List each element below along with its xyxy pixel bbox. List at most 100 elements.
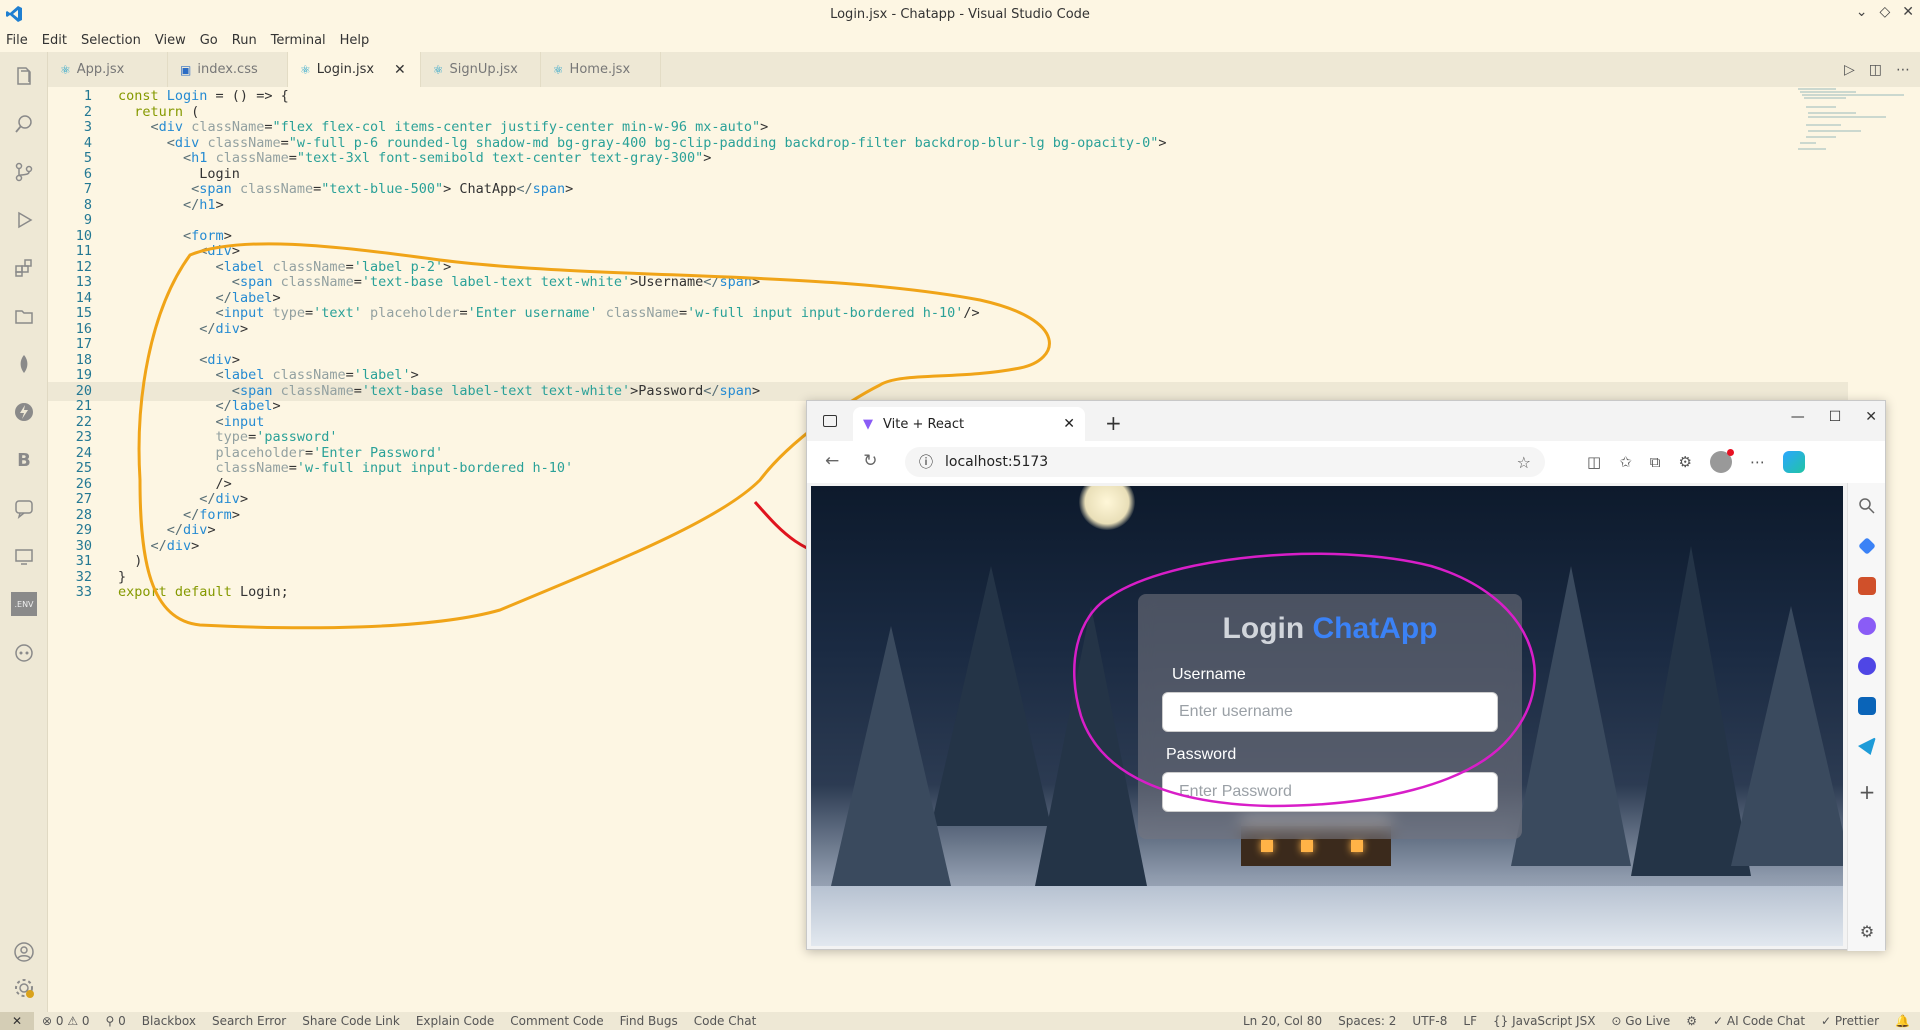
browser-window: ▼ Vite + React ✕ + — ☐ ✕ ← ↻ ⓘ localhost… [806, 400, 1886, 951]
status-item[interactable]: {} JavaScript JSX [1493, 1014, 1595, 1028]
add-icon[interactable]: + [1858, 782, 1876, 802]
tab-index-css[interactable]: ▣ index.css [168, 52, 288, 87]
status-item[interactable]: ✓ Prettier [1821, 1014, 1879, 1028]
env-file-icon[interactable]: .ENV [11, 592, 37, 616]
browser-tab-title: Vite + React [883, 416, 965, 432]
collections-icon[interactable]: ⧉ [1650, 453, 1661, 471]
extensions-icon[interactable]: ⚙ [1678, 453, 1691, 471]
refresh-icon[interactable]: ↻ [863, 451, 877, 471]
outlook-icon[interactable] [1858, 697, 1876, 715]
browser-maximize-icon[interactable]: ☐ [1829, 409, 1842, 425]
menu-view[interactable]: View [155, 33, 186, 48]
address-bar: ← ↻ ⓘ localhost:5173 ☆ ◫ ✩ ⧉ ⚙ ⋯ [807, 441, 1885, 483]
restore-icon[interactable]: ◇ [1879, 4, 1890, 20]
browser-minimize-icon[interactable]: — [1791, 409, 1805, 425]
browser-tab-bar: ▼ Vite + React ✕ + — ☐ ✕ [807, 401, 1885, 441]
folder-icon[interactable] [12, 304, 36, 328]
react-icon: ⚛ [432, 62, 444, 77]
explorer-icon[interactable] [12, 64, 36, 88]
split-editor-icon[interactable]: ◫ [1869, 62, 1882, 78]
close-tab-icon[interactable]: ✕ [1063, 416, 1075, 432]
status-bar: ✕ ⊗ 0 ⚠ 0 ⚲ 0 Blackbox Search Error Share Co… [0, 1012, 1920, 1030]
tab-app-jsx[interactable]: ⚛ App.jsx [48, 52, 168, 87]
menu-go[interactable]: Go [200, 33, 218, 48]
status-item[interactable]: Spaces: 2 [1338, 1014, 1396, 1028]
menu-file[interactable]: File [6, 33, 28, 48]
back-icon[interactable]: ← [825, 451, 839, 471]
tab-actions-icon[interactable] [823, 415, 837, 427]
thunder-client-icon[interactable] [12, 400, 36, 424]
chat-icon[interactable] [12, 496, 36, 520]
site-info-icon[interactable]: ⓘ [919, 452, 933, 472]
status-item[interactable]: ⚙ [1686, 1014, 1697, 1028]
more-actions-icon[interactable]: ⋯ [1896, 62, 1910, 78]
browser-close-icon[interactable]: ✕ [1865, 409, 1877, 425]
menu-edit[interactable]: Edit [42, 33, 67, 48]
status-item[interactable]: Blackbox [142, 1014, 196, 1028]
status-item[interactable]: Ln 20, Col 80 [1243, 1014, 1322, 1028]
profile-avatar[interactable] [1709, 449, 1734, 473]
menu-bar: File Edit Selection View Go Run Terminal… [0, 28, 1920, 52]
remote-indicator-icon[interactable]: ✕ [0, 1012, 34, 1030]
status-item[interactable]: Find Bugs [620, 1014, 678, 1028]
run-debug-icon[interactable] [12, 208, 36, 232]
extensions-icon[interactable] [12, 256, 36, 280]
browser-side-panel: + ⚙ [1847, 483, 1885, 951]
status-item[interactable]: Search Error [212, 1014, 286, 1028]
status-item[interactable]: 🔔 [1895, 1014, 1910, 1028]
react-icon: ⚛ [300, 62, 311, 77]
blackbox-icon[interactable]: B [12, 448, 36, 472]
toolbox-icon[interactable] [1858, 577, 1876, 595]
source-control-icon[interactable] [12, 160, 36, 184]
tab-home-jsx[interactable]: ⚛ Home.jsx [541, 52, 661, 87]
split-screen-icon[interactable]: ◫ [1587, 453, 1601, 471]
close-icon[interactable]: ✕ [1902, 4, 1914, 20]
status-item[interactable]: LF [1463, 1014, 1477, 1028]
status-item[interactable]: Explain Code [416, 1014, 494, 1028]
menu-terminal[interactable]: Terminal [271, 33, 326, 48]
mongodb-leaf-icon[interactable] [12, 352, 36, 376]
status-item[interactable]: Share Code Link [302, 1014, 400, 1028]
line-number: 33 [75, 584, 92, 600]
minimize-icon[interactable]: ⌄ [1856, 4, 1868, 20]
code-text: export default Login; [118, 584, 289, 600]
new-tab-icon[interactable]: + [1105, 411, 1122, 435]
status-item[interactable]: UTF-8 [1412, 1014, 1447, 1028]
status-item[interactable]: Comment Code [510, 1014, 603, 1028]
status-item[interactable]: ⊙ Go Live [1611, 1014, 1670, 1028]
menu-help[interactable]: Help [340, 33, 370, 48]
search-icon[interactable] [1858, 497, 1876, 515]
browser-tab[interactable]: ▼ Vite + React ✕ [853, 407, 1085, 441]
games-icon[interactable] [1858, 617, 1876, 635]
close-tab-icon[interactable]: ✕ [394, 62, 406, 78]
vscode-logo-icon [6, 6, 22, 22]
tag-icon[interactable] [1858, 537, 1876, 555]
url-field[interactable]: ⓘ localhost:5173 ☆ [905, 447, 1545, 477]
copilot-hex-icon[interactable] [1858, 657, 1876, 675]
telegram-icon[interactable] [1858, 737, 1876, 755]
status-item[interactable]: ✓ AI Code Chat [1713, 1014, 1805, 1028]
run-icon[interactable]: ▷ [1844, 62, 1855, 78]
settings-gear-icon[interactable] [12, 976, 36, 1000]
status-item[interactable]: ⊗ 0 ⚠ 0 [42, 1014, 90, 1028]
react-icon: ⚛ [552, 62, 564, 77]
search-icon[interactable] [12, 112, 36, 136]
favorites-icon[interactable]: ✩ [1619, 453, 1632, 471]
tab-login-jsx[interactable]: ⚛ Login.jsx ✕ [288, 52, 421, 87]
status-item[interactable]: ⚲ 0 [106, 1014, 126, 1028]
copilot-icon[interactable] [1782, 451, 1805, 473]
css-icon: ▣ [180, 62, 192, 77]
favorite-star-icon[interactable]: ☆ [1517, 453, 1531, 472]
activity-bar: B .ENV [0, 52, 48, 1012]
copilot-face-icon[interactable] [12, 640, 36, 664]
remote-explorer-icon[interactable] [12, 544, 36, 568]
more-icon[interactable]: ⋯ [1750, 453, 1765, 471]
menu-selection[interactable]: Selection [81, 33, 141, 48]
editor-tabs: ⚛ App.jsx ▣ index.css ⚛ Login.jsx ✕ ⚛ SignUp.… [48, 52, 1920, 87]
menu-run[interactable]: Run [232, 33, 257, 48]
account-icon[interactable] [12, 940, 36, 964]
magenta-annotation [1073, 552, 1536, 808]
settings-icon[interactable]: ⚙ [1858, 923, 1876, 941]
tab-signup-jsx[interactable]: ⚛ SignUp.jsx [421, 52, 541, 87]
status-item[interactable]: Code Chat [694, 1014, 757, 1028]
